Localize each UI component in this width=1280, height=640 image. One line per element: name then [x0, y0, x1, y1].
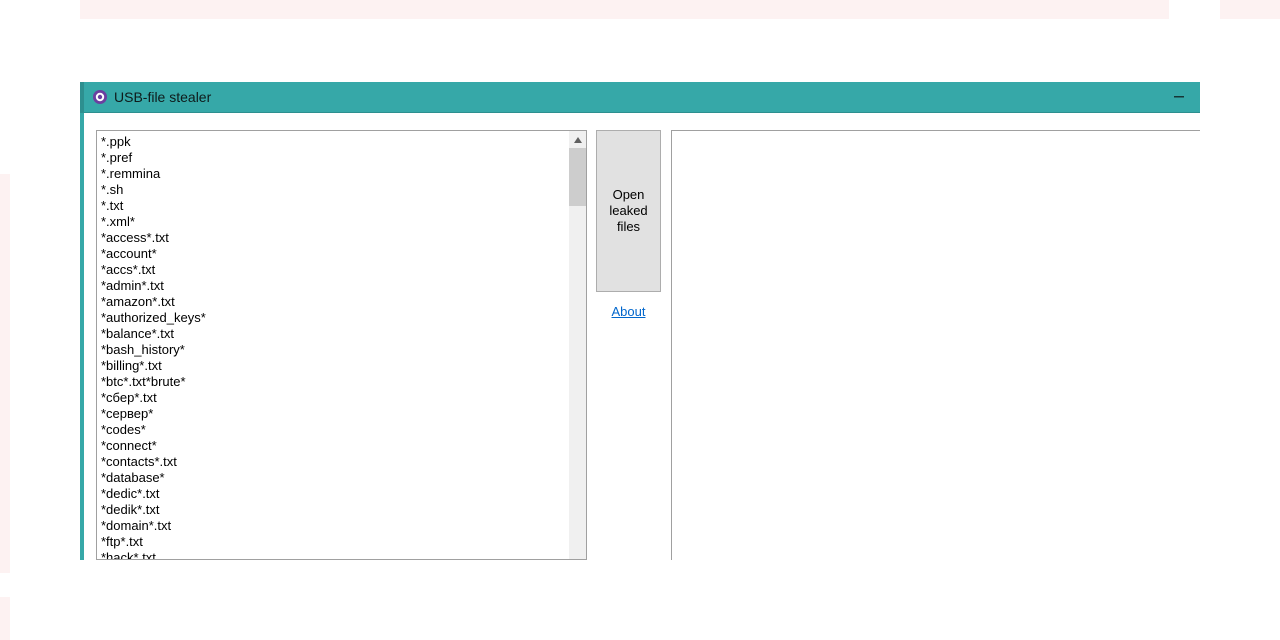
list-scrollbar[interactable]: [569, 131, 586, 559]
side-column: Open leaked files About: [596, 130, 661, 560]
page-bg-strip-top-right: [1220, 0, 1280, 19]
minimize-button[interactable]: [1164, 82, 1194, 113]
titlebar-accent: [80, 82, 84, 112]
page-bg-strip-left: [0, 174, 10, 573]
page-bg-strip-left-bottom: [0, 597, 10, 640]
pattern-listbox[interactable]: *.ppk *.pref *.remmina *.sh *.txt *.xml*…: [96, 130, 587, 560]
pattern-list-content: *.ppk *.pref *.remmina *.sh *.txt *.xml*…: [97, 131, 569, 559]
window-title: USB-file stealer: [114, 89, 211, 105]
open-leaked-files-button[interactable]: Open leaked files: [596, 130, 661, 292]
app-icon: [92, 89, 108, 105]
window-titlebar[interactable]: USB-file stealer: [80, 82, 1200, 113]
window-client-area: *.ppk *.pref *.remmina *.sh *.txt *.xml*…: [80, 113, 1200, 560]
page-bg-strip-top: [80, 0, 1169, 19]
titlebar-controls: [1164, 82, 1194, 112]
app-window: USB-file stealer *.ppk *.pref *.remmina …: [80, 82, 1200, 560]
about-link[interactable]: About: [612, 304, 646, 319]
results-panel: [671, 130, 1200, 560]
scroll-up-icon[interactable]: [569, 131, 586, 148]
scroll-thumb[interactable]: [569, 148, 586, 206]
